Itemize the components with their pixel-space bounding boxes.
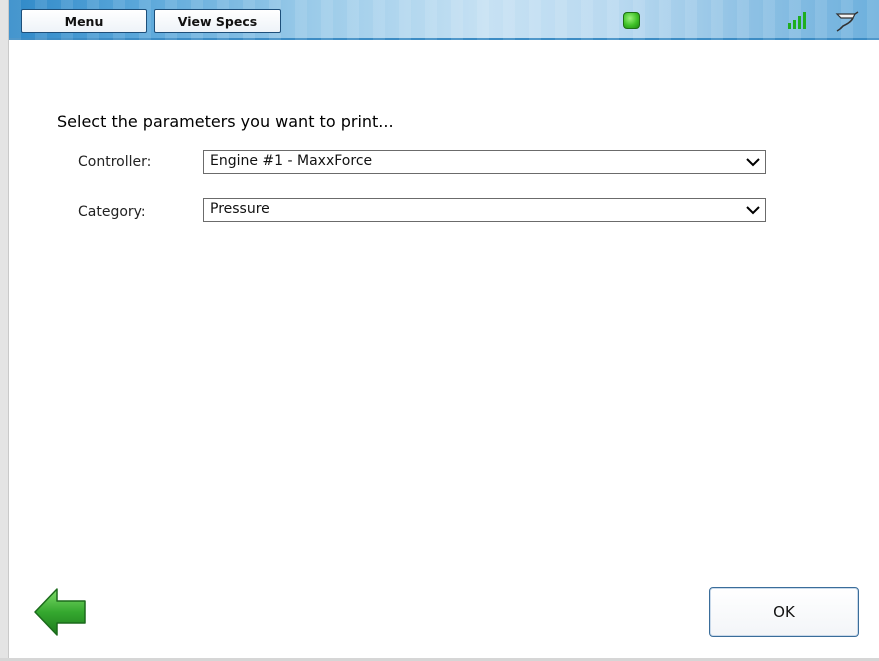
category-select-value: Pressure: [210, 201, 270, 217]
controller-label: Controller:: [78, 154, 152, 170]
view-specs-button[interactable]: View Specs: [154, 9, 281, 33]
back-arrow-icon[interactable]: [33, 586, 88, 638]
category-select[interactable]: Pressure: [203, 198, 766, 222]
chevron-down-icon: [746, 158, 760, 167]
vehicle-connector-icon: [835, 11, 859, 32]
category-label: Category:: [78, 204, 146, 220]
status-led-icon: [623, 12, 640, 29]
signal-strength-icon: [788, 12, 806, 29]
controller-select-value: Engine #1 - MaxxForce: [210, 153, 373, 169]
controller-select[interactable]: Engine #1 - MaxxForce: [203, 150, 766, 174]
page-heading: Select the parameters you want to print.…: [57, 112, 394, 131]
top-toolbar: Menu View Specs: [9, 0, 879, 40]
window-frame-left: [0, 0, 9, 661]
menu-button[interactable]: Menu: [21, 9, 147, 33]
chevron-down-icon: [746, 206, 760, 215]
ok-button[interactable]: OK: [709, 587, 859, 637]
